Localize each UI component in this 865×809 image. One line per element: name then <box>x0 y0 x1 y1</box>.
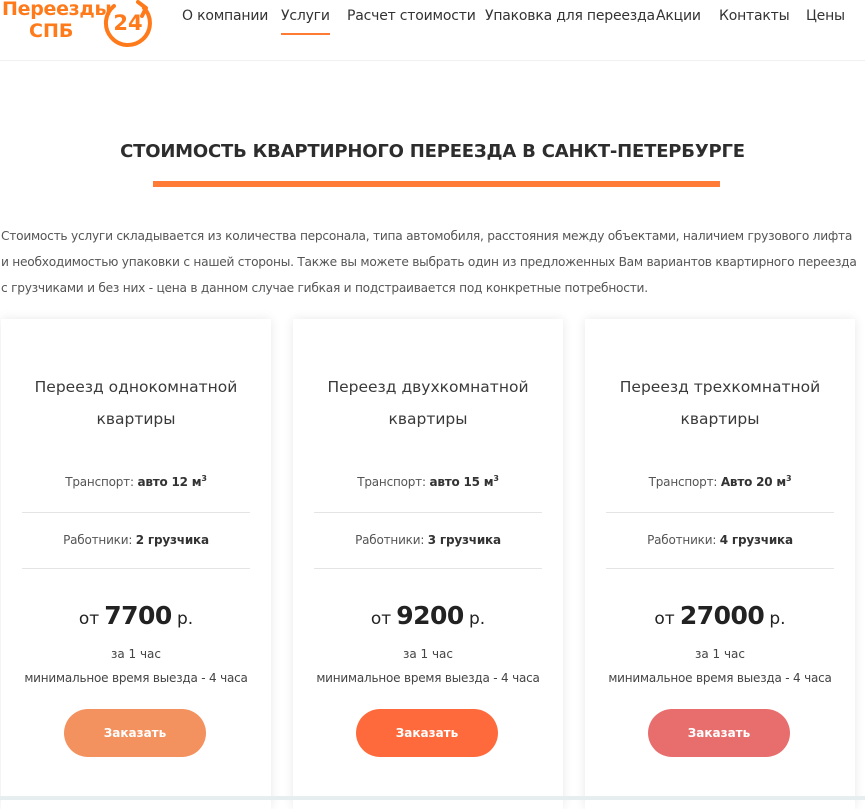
nav-item-cost-calculation[interactable]: Расчет стоимости <box>347 8 476 24</box>
site-header: Переезды СПБ 24 О компании Услуги Расчет… <box>0 0 865 61</box>
divider <box>314 568 542 569</box>
price-value: 7700 <box>104 601 172 630</box>
price-prefix: от <box>78 609 100 629</box>
price-currency: р. <box>769 609 786 629</box>
unit-superscript: 3 <box>493 474 499 483</box>
price-prefix: от <box>370 609 392 629</box>
price: от 9200 р. <box>293 601 563 630</box>
order-button[interactable]: Заказать <box>356 709 498 757</box>
pricing-card-2room: Переезд двухкомнатной квартиры Транспорт… <box>293 319 563 809</box>
nav-item-contacts[interactable]: Контакты <box>719 8 790 24</box>
divider <box>22 512 250 513</box>
workers-value: 2 грузчика <box>135 533 209 547</box>
nav-item-prices[interactable]: Цены <box>806 8 845 24</box>
card-title-line2: квартиры <box>96 410 176 428</box>
transport-spec: Транспорт: Авто 20 м3 <box>585 474 855 489</box>
pricing-card-3room: Переезд трехкомнатной квартиры Транспорт… <box>585 319 855 809</box>
logo-number: 24 <box>113 11 142 35</box>
workers-label: Работники: <box>355 533 425 547</box>
transport-value: авто 12 м <box>137 475 202 489</box>
card-title-line1: Переезд однокомнатной <box>34 378 238 396</box>
logo-text-line1: Переезды <box>2 0 112 20</box>
logo[interactable]: Переезды СПБ 24 <box>0 0 165 56</box>
transport-spec: Транспорт: авто 12 м3 <box>1 474 271 489</box>
workers-value: 3 грузчика <box>427 533 501 547</box>
order-button[interactable]: Заказать <box>64 709 206 757</box>
price: от 7700 р. <box>1 601 271 630</box>
price: от 27000 р. <box>585 601 855 630</box>
price-value: 9200 <box>396 601 464 630</box>
nav-item-services[interactable]: Услуги <box>281 8 330 35</box>
price-period: за 1 час <box>402 647 454 661</box>
price-value: 27000 <box>679 601 765 630</box>
minimum-time: минимальное время выезда - 4 часа <box>24 671 248 685</box>
card-title-line1: Переезд трехкомнатной <box>619 378 821 396</box>
transport-label: Транспорт: <box>65 475 134 489</box>
workers-spec: Работники: 2 грузчика <box>1 533 271 547</box>
nav-item-about[interactable]: О компании <box>182 8 268 24</box>
transport-value: Авто 20 м <box>720 475 786 489</box>
workers-label: Работники: <box>63 533 133 547</box>
card-title: Переезд трехкомнатной квартиры <box>585 371 855 435</box>
card-title-line1: Переезд двухкомнатной <box>327 378 529 396</box>
pricing-card-1room: Переезд однокомнатной квартиры Транспорт… <box>1 319 271 809</box>
logo-text-line2: СПБ <box>29 20 74 42</box>
divider <box>22 568 250 569</box>
workers-value: 4 грузчика <box>719 533 793 547</box>
transport-value: авто 15 м <box>429 475 494 489</box>
workers-spec: Работники: 4 грузчика <box>585 533 855 547</box>
intro-text: Стоимость услуги складывается из количес… <box>1 229 857 295</box>
transport-spec: Транспорт: авто 15 м3 <box>293 474 563 489</box>
workers-spec: Работники: 3 грузчика <box>293 533 563 547</box>
workers-label: Работники: <box>647 533 717 547</box>
divider <box>606 512 834 513</box>
nav-item-packing[interactable]: Упаковка для переезда <box>485 8 655 24</box>
order-button[interactable]: Заказать <box>648 709 790 757</box>
card-title-line2: квартиры <box>680 410 760 428</box>
price-period: за 1 час <box>694 647 746 661</box>
divider <box>314 512 542 513</box>
minimum-time: минимальное время выезда - 4 часа <box>608 671 832 685</box>
minimum-time: минимальное время выезда - 4 часа <box>316 671 540 685</box>
price-currency: р. <box>468 609 486 629</box>
card-title: Переезд двухкомнатной квартиры <box>293 371 563 435</box>
logo-24-arrow-icon: 24 <box>103 0 152 48</box>
price-prefix: от <box>654 609 675 629</box>
card-title: Переезд однокомнатной квартиры <box>1 371 271 435</box>
divider <box>606 568 834 569</box>
section-title: СТОИМОСТЬ КВАРТИРНОГО ПЕРЕЕЗДА В САНКТ-П… <box>120 141 745 162</box>
card-title-line2: квартиры <box>388 410 468 428</box>
page-bottom-edge <box>0 796 865 800</box>
price-period: за 1 час <box>110 647 162 661</box>
price-currency: р. <box>176 609 194 629</box>
unit-superscript: 3 <box>786 474 792 483</box>
transport-label: Транспорт: <box>357 475 426 489</box>
transport-label: Транспорт: <box>648 475 718 489</box>
nav-item-promotions[interactable]: Акции <box>656 8 701 24</box>
title-underline <box>153 181 720 187</box>
unit-superscript: 3 <box>201 474 207 483</box>
